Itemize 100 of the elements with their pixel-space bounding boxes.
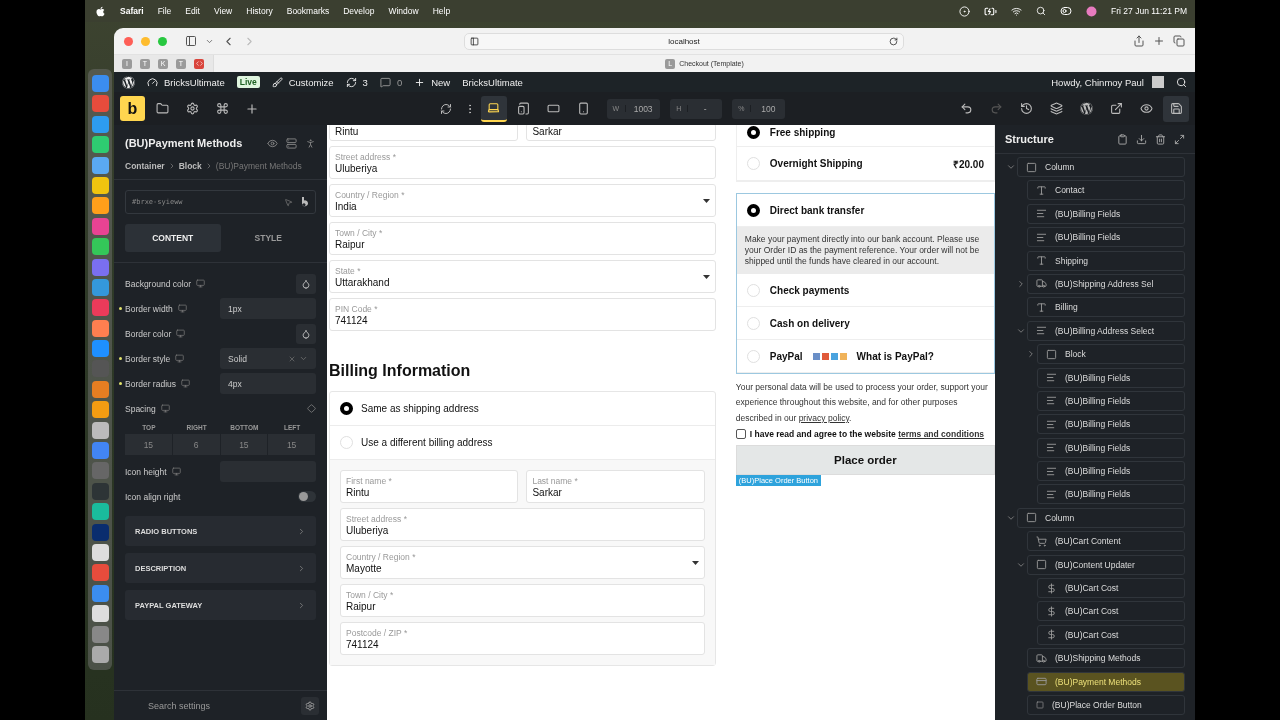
dock-app-icon[interactable]	[91, 401, 109, 419]
place-order-button[interactable]: Place order	[735, 445, 995, 476]
structure-item[interactable]: (BU)Payment Methods	[1027, 671, 1185, 692]
structure-item[interactable]: (BU)Billing Address Select	[1027, 320, 1185, 341]
structure-item[interactable]: Billing	[1027, 297, 1185, 318]
dock-app-icon[interactable]	[91, 278, 109, 296]
terms-checkbox[interactable]	[735, 429, 746, 440]
dock-app-icon[interactable]	[91, 238, 109, 256]
spacing-input[interactable]: 15	[125, 434, 173, 455]
input-field[interactable]: First name * Rintu	[340, 470, 519, 503]
input-field[interactable]: Street address * Uluberiya	[329, 146, 716, 179]
menu-item[interactable]: Bookmarks	[286, 6, 330, 16]
structure-item[interactable]: Contact	[1027, 180, 1185, 201]
input-field[interactable]: Rintu	[329, 125, 519, 141]
tabs-overview-icon[interactable]	[1173, 35, 1185, 47]
structure-item[interactable]: Column	[1017, 157, 1185, 177]
dock-app-icon[interactable]	[91, 340, 109, 358]
expand-icon[interactable]	[1174, 133, 1185, 145]
zoom-window-button[interactable]	[158, 36, 167, 46]
dock-app-icon[interactable]	[91, 584, 109, 602]
panel-tab[interactable]: STYLE	[220, 224, 316, 252]
menu-app-name[interactable]: Safari	[120, 6, 144, 16]
structure-item[interactable]: (BU)Billing Fields	[1037, 484, 1185, 505]
dock-app-icon[interactable]	[91, 503, 109, 521]
dock-app-icon[interactable]	[91, 319, 109, 337]
share-icon[interactable]	[1133, 35, 1145, 47]
structure-item[interactable]: (BU)Billing Fields	[1037, 437, 1185, 458]
select-field[interactable]: State * Uttarakhand	[329, 260, 716, 293]
input-field[interactable]: 4px	[220, 373, 316, 394]
structure-item[interactable]: (BU)Billing Fields	[1037, 367, 1185, 388]
menu-item[interactable]: Help	[432, 6, 451, 16]
panel-tab[interactable]: CONTENT	[125, 224, 221, 252]
clipboard-icon[interactable]	[1117, 133, 1128, 145]
new-link[interactable]: New	[431, 76, 451, 88]
pinned-tab-icon[interactable]	[194, 58, 204, 69]
dock-app-icon[interactable]	[91, 197, 109, 215]
input-field[interactable]: Last name * Sarkar	[526, 470, 705, 503]
radio-button[interactable]	[746, 203, 760, 217]
search-icon[interactable]	[1176, 76, 1187, 88]
spacing-input[interactable]: 15	[220, 434, 269, 455]
select-field[interactable]: Solid	[220, 348, 316, 369]
menu-item[interactable]: View	[214, 6, 233, 16]
structure-item[interactable]: (BU)Billing Fields	[1027, 227, 1185, 248]
dock-app-icon[interactable]	[91, 380, 109, 398]
builder-logo[interactable]: b	[120, 96, 145, 121]
structure-item[interactable]: (BU)Cart Cost	[1037, 624, 1185, 645]
structure-item[interactable]: (BU)Billing Fields	[1037, 461, 1185, 482]
caret-icon[interactable]	[1006, 162, 1016, 172]
menu-item[interactable]: Develop	[343, 6, 375, 16]
wordpress-icon[interactable]	[122, 75, 135, 89]
device-button[interactable]	[480, 95, 507, 122]
input-field[interactable]: 1px	[220, 298, 316, 319]
menu-item[interactable]: Edit	[185, 6, 200, 16]
select-field[interactable]: Country / Region * Mayotte	[340, 546, 705, 579]
menu-item[interactable]: Window	[388, 6, 419, 16]
site-link[interactable]: BricksUltimate	[164, 76, 225, 88]
eye-icon[interactable]	[267, 137, 278, 149]
settings-button[interactable]	[301, 696, 319, 715]
dock-app-icon[interactable]	[91, 156, 109, 174]
terms-link[interactable]: terms and conditions	[898, 429, 985, 440]
structure-item[interactable]: Shipping	[1027, 250, 1185, 271]
radio-button[interactable]	[340, 402, 353, 415]
toggle-switch[interactable]	[298, 491, 316, 502]
caret-icon[interactable]	[1016, 278, 1026, 289]
dock-app-icon[interactable]	[91, 136, 109, 154]
dock-app-icon[interactable]	[91, 176, 109, 194]
spacing-input[interactable]: 6	[172, 434, 221, 455]
structure-item[interactable]: (BU)Place Order Button	[1027, 695, 1185, 715]
download-icon[interactable]	[1136, 133, 1147, 145]
radio-button[interactable]	[746, 126, 760, 139]
structure-item[interactable]: (BU)Cart Cost	[1037, 601, 1185, 622]
search-settings-field[interactable]: Search settings	[114, 699, 301, 712]
dock-app-icon[interactable]	[91, 115, 109, 133]
breadcrumb-link[interactable]: (BU)Payment Methods	[215, 161, 302, 171]
structure-item[interactable]: (BU)Billing Fields	[1037, 414, 1185, 435]
input-field[interactable]: Town / City * Raipur	[340, 584, 705, 617]
input-field[interactable]: PIN Code * 741124	[329, 298, 716, 331]
stack-icon[interactable]	[286, 137, 297, 149]
structure-item[interactable]: (BU)Shipping Methods	[1027, 648, 1185, 669]
color-picker-button[interactable]	[296, 323, 316, 344]
close-window-button[interactable]	[124, 36, 133, 46]
sidebar-icon[interactable]	[185, 35, 197, 47]
structure-item[interactable]: (BU)Content Updater	[1027, 554, 1185, 575]
menu-item[interactable]: History	[246, 6, 273, 16]
structure-item[interactable]: (BU)Cart Cost	[1037, 578, 1185, 599]
menu-item[interactable]: File	[157, 6, 172, 16]
template-link[interactable]: BricksUltimate	[462, 76, 523, 88]
structure-item[interactable]: (BU)Cart Content	[1027, 531, 1185, 552]
input-field[interactable]: Street address * Uluberiya	[340, 508, 705, 541]
customize-link[interactable]: Customize	[288, 76, 334, 88]
address-bar[interactable]: localhost	[464, 32, 904, 50]
select-field[interactable]: Country / Region * India	[329, 184, 716, 217]
person-icon[interactable]	[305, 137, 316, 149]
user-greeting[interactable]: Howdy, Chinmoy Paul	[1051, 76, 1144, 88]
dock-app-icon[interactable]	[91, 645, 109, 663]
paypal-info-link[interactable]: What is PayPal?	[856, 350, 934, 362]
input-field[interactable]: Postcode / ZIP * 741124	[340, 622, 705, 655]
spacing-input[interactable]: 15	[268, 434, 316, 455]
trash-icon[interactable]	[1155, 133, 1166, 145]
breadcrumb-link[interactable]: Container	[125, 161, 165, 171]
